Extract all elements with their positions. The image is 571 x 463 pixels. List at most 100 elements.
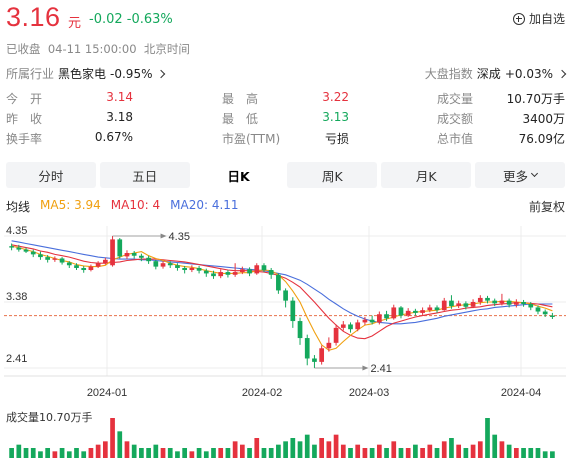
amount-value: 3400万 [522,112,565,126]
volume-bar [542,451,548,458]
volume-bar [398,448,404,458]
candle-body [376,314,382,323]
volume-bar [477,441,483,458]
plus-circle-icon [512,12,525,25]
index-link[interactable]: 大盘指数 深成 +0.03% [425,65,567,82]
volume-bar [139,448,144,458]
candle-body [153,261,159,267]
volume-bar [175,451,180,458]
volume-bar [52,451,58,458]
candle-body [139,255,144,258]
candle-body [45,257,51,260]
volume-bar [117,431,123,458]
candle-body [211,273,216,277]
candle-body [16,247,22,250]
ma10-value: MA10: 4 [110,198,161,212]
candle-body [513,302,519,305]
mktcap-value: 76.09亿 [518,132,565,146]
volume-bar [232,441,238,458]
period-tabs: 分时 五日 日K 周K 月K 更多 [6,162,565,188]
candle-body [413,310,418,313]
volume-bar [276,444,281,458]
candle-body [239,269,245,273]
pe-label: 市盈(TTM) [222,132,281,146]
chevron-right-icon [557,69,567,78]
candle-body [218,272,224,277]
candle-body [384,314,389,319]
candle-body [167,263,173,266]
candle-body [81,267,87,271]
volume-bar [16,444,22,458]
volume-bar [376,444,382,458]
prev-close-label: 昨 收 [6,112,43,126]
candle-body [333,327,339,343]
candle-body [268,270,274,275]
ma5-line [11,245,553,351]
tab-five-day[interactable]: 五日 [99,162,190,188]
candle-body [485,297,490,301]
high-label: 最 高 [222,92,259,106]
industry-link[interactable]: 所属行业 黑色家电 -0.95% [6,65,166,82]
add-watchlist-button[interactable]: 加自选 [512,10,565,27]
min-marker-arrow-icon [362,365,369,371]
volume-bar [326,441,332,458]
candle-body [312,358,317,362]
volume-bar [513,448,519,458]
volume-bar [355,444,361,458]
candle-body [254,265,260,274]
ma20-line [11,240,553,325]
tab-daily-k[interactable]: 日K [193,162,284,188]
candle-body [535,307,541,312]
candle-body [420,310,425,313]
volume-bar [9,448,14,458]
volume-bar [38,451,43,458]
candle-body [391,307,397,319]
volume-bar [110,418,115,458]
volume-bar [312,444,317,458]
candle-body [110,239,115,266]
high-value: 3.22 [322,90,349,104]
candle-body [405,310,411,316]
volume-bar [268,448,274,458]
volume-bar [160,448,166,458]
ma20-value: MA20: 4.11 [170,198,239,212]
volume-bar [470,444,476,458]
candle-body [23,249,29,252]
volume-bar [211,448,216,458]
candle-body [9,246,14,248]
market-status: 已收盘 04-11 15:00:00 北京时间 [6,41,190,57]
adjust-mode-button[interactable]: 前复权 [529,198,565,215]
volume-bar [492,434,498,458]
volume-bar [456,444,462,458]
tab-more[interactable]: 更多 [475,162,565,188]
candle-body [369,319,375,323]
volume-bar [239,444,245,458]
change-percent: -0.63% [126,12,173,27]
volume-bar [45,448,51,458]
candle-body [362,319,368,323]
candle-body [319,348,325,362]
y-tick-label: 4.35 [6,225,27,237]
candle-body [52,258,58,260]
candle-body [427,307,433,311]
min-marker-label: 2.41 [370,363,391,375]
ma-legend: 均线 MA5: 3.94 MA10: 4 MA20: 4.11 [6,198,239,215]
volume-bar [247,448,252,458]
tab-weekly-k[interactable]: 周K [287,162,378,188]
add-watchlist-label: 加自选 [528,12,565,26]
tab-intraday[interactable]: 分时 [6,162,96,188]
kline-chart[interactable]: 4.35 3.38 2.41 2024-01 2024-02 2024-03 2024-04… [0,222,571,407]
volume-bar [254,438,260,458]
volume-bar [340,444,346,458]
volume-bar [297,441,303,458]
volume-bar [463,448,469,458]
volume-chart[interactable] [0,418,571,463]
tab-monthly-k[interactable]: 月K [381,162,472,188]
mktcap-label: 总市值 [437,132,474,146]
volume-bar [499,441,505,458]
candle-body [340,324,346,328]
industry-change: -0.95% [110,66,153,81]
volume-bar [420,448,425,458]
volume-bar [550,451,555,458]
candle-body [38,254,43,258]
